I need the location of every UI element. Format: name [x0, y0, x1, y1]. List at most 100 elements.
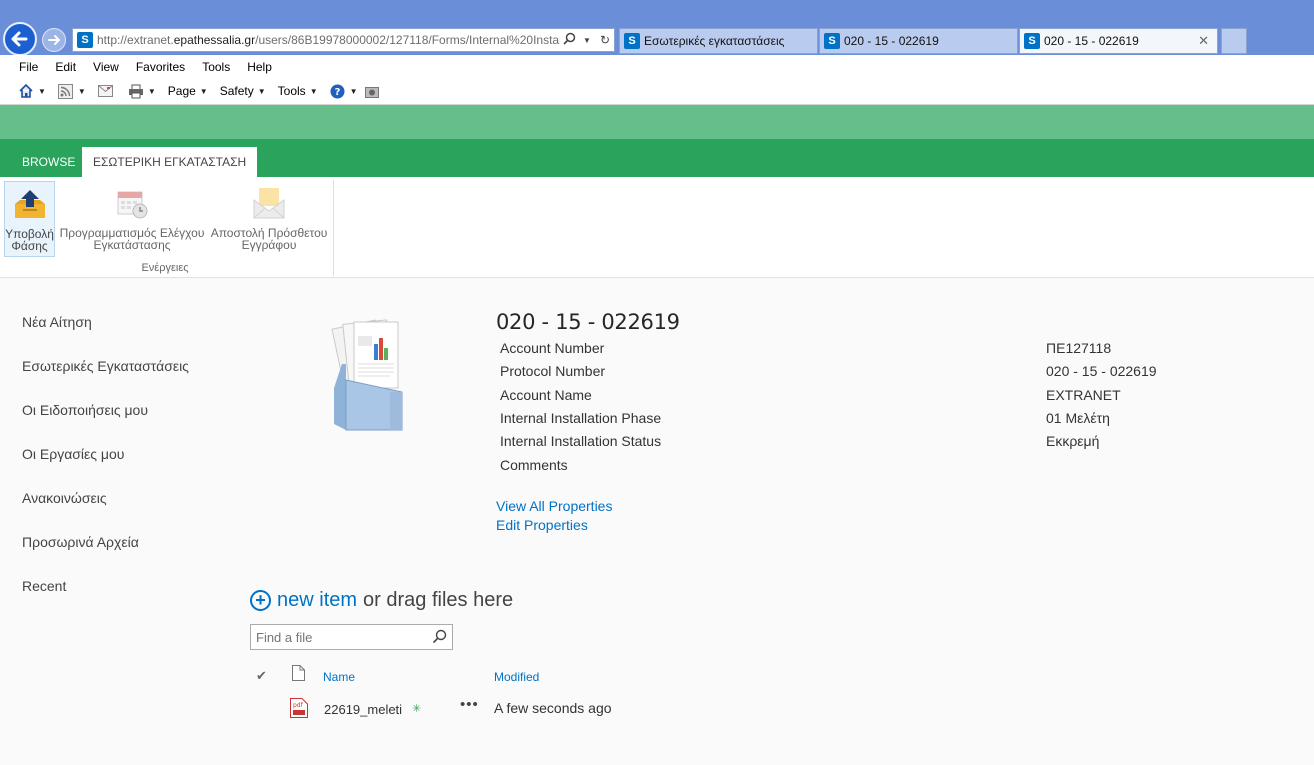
- nav-recent[interactable]: Recent: [22, 578, 189, 622]
- find-file-input[interactable]: [256, 629, 426, 645]
- research-icon[interactable]: [364, 83, 380, 99]
- calendar-clock-icon: [114, 185, 150, 221]
- forward-arrow-icon: [48, 35, 60, 45]
- tab-internal-installation[interactable]: ΕΣΩΤΕΡΙΚΗ ΕΓΚΑΤΑΣΤΑΣΗ: [82, 147, 258, 177]
- find-file-box: [250, 624, 453, 650]
- document-type-icon: [292, 665, 305, 684]
- refresh-icon[interactable]: ↻: [596, 33, 614, 47]
- submit-phase-button[interactable]: Υποβολή Φάσης: [4, 181, 55, 257]
- send-document-label-2: Εγγράφου: [241, 238, 297, 252]
- file-name-link[interactable]: 22619_meleti: [324, 702, 402, 717]
- address-bar[interactable]: S http://extranet.epathessalia.gr/users/…: [72, 28, 615, 52]
- prop-label-account-name: Account Name: [500, 387, 592, 403]
- edit-properties-link[interactable]: Edit Properties: [496, 517, 588, 533]
- table-row[interactable]: pdf 22619_meleti ✳ ••• A few seconds ago: [250, 696, 650, 722]
- ribbon-tab-strip: BROWSE ΕΣΩΤΕΡΙΚΗ ΕΓΚΑΤΑΣΤΑΣΗ: [0, 139, 1314, 177]
- sharepoint-icon: S: [624, 33, 640, 49]
- menu-edit[interactable]: Edit: [55, 60, 76, 74]
- schedule-inspection-label-2: Εγκατάστασης: [93, 238, 171, 252]
- tab-installations[interactable]: S Εσωτερικές εγκαταστάσεις: [619, 28, 818, 54]
- send-additional-document-button[interactable]: Αποστολή Πρόσθετου Εγγράφου: [208, 181, 330, 257]
- plus-circle-icon[interactable]: +: [250, 590, 271, 611]
- print-dropdown-icon[interactable]: ▼: [148, 87, 156, 96]
- prop-value-installation-status: Εκκρεμή: [1046, 433, 1100, 449]
- mail-icon[interactable]: [98, 83, 114, 99]
- main-content: Νέα Αίτηση Εσωτερικές Εγκαταστάσεις Οι Ε…: [0, 278, 1314, 765]
- sharepoint-icon: S: [824, 33, 840, 49]
- prop-label-installation-status: Internal Installation Status: [500, 433, 662, 449]
- safety-dropdown-icon[interactable]: ▼: [258, 87, 266, 96]
- nav-internal-installations[interactable]: Εσωτερικές Εγκαταστάσεις: [22, 358, 189, 402]
- file-modified: A few seconds ago: [494, 700, 612, 716]
- page-menu[interactable]: Page: [168, 84, 196, 98]
- svg-text:?: ?: [335, 87, 341, 98]
- safety-menu[interactable]: Safety: [220, 84, 254, 98]
- nav-my-tasks[interactable]: Οι Εργασίες μου: [22, 446, 189, 490]
- prop-value-protocol-number: 020 - 15 - 022619: [1046, 363, 1157, 379]
- feed-dropdown-icon[interactable]: ▼: [78, 87, 86, 96]
- drag-files-text: or drag files here: [363, 589, 514, 611]
- tab-browse[interactable]: BROWSE: [11, 147, 86, 177]
- envelope-document-icon: [251, 185, 287, 221]
- help-dropdown-icon[interactable]: ▼: [350, 87, 358, 96]
- home-dropdown-icon[interactable]: ▼: [38, 87, 46, 96]
- forward-button[interactable]: [42, 28, 66, 52]
- ribbon: Υποβολή Φάσης Προγραμματισμός Ελέγχου Εγ…: [0, 177, 1314, 278]
- prop-value-installation-phase: 01 Μελέτη: [1046, 410, 1110, 426]
- list-header: ✔ Name Modified: [250, 665, 650, 688]
- url-text[interactable]: http://extranet.epathessalia.gr/users/86…: [97, 33, 560, 47]
- document-set-icon: [330, 318, 406, 434]
- page-title: 020 - 15 - 022619: [496, 310, 680, 334]
- home-icon[interactable]: [18, 83, 34, 99]
- menu-favorites[interactable]: Favorites: [136, 60, 185, 74]
- tools-dropdown-icon[interactable]: ▼: [310, 87, 318, 96]
- pdf-icon: pdf: [290, 698, 308, 721]
- back-button[interactable]: [3, 22, 37, 56]
- menu-tools[interactable]: Tools: [202, 60, 230, 74]
- search-icon[interactable]: [432, 629, 447, 647]
- prop-value-account-number: ΠΕ127118: [1046, 340, 1112, 356]
- svg-text:pdf: pdf: [293, 702, 304, 709]
- nav-my-notifications[interactable]: Οι Ειδοποιήσεις μου: [22, 402, 189, 446]
- menu-file[interactable]: File: [19, 60, 38, 74]
- new-item-bar: + new item or drag files here: [250, 589, 513, 612]
- sharepoint-icon: S: [77, 32, 93, 48]
- rss-feed-icon[interactable]: [58, 83, 74, 99]
- close-tab-icon[interactable]: ✕: [1198, 33, 1209, 49]
- tab-item[interactable]: S 020 - 15 - 022619: [819, 28, 1018, 54]
- new-tab-button[interactable]: [1221, 28, 1247, 54]
- menu-help[interactable]: Help: [247, 60, 272, 74]
- browser-title-bar: S http://extranet.epathessalia.gr/users/…: [0, 0, 1314, 56]
- column-header-name[interactable]: Name: [323, 670, 355, 684]
- new-item-link[interactable]: new item: [277, 589, 357, 612]
- back-arrow-icon: [11, 31, 28, 47]
- new-item-star-icon: ✳: [412, 703, 422, 715]
- submit-phase-label-2: Φάσης: [11, 239, 48, 253]
- quick-launch: Νέα Αίτηση Εσωτερικές Εγκαταστάσεις Οι Ε…: [22, 314, 189, 622]
- tools-menu[interactable]: Tools: [278, 84, 306, 98]
- help-icon[interactable]: ?: [330, 83, 346, 99]
- nav-announcements[interactable]: Ανακοινώσεις: [22, 490, 189, 534]
- nav-temporary-files[interactable]: Προσωρινά Αρχεία: [22, 534, 189, 578]
- tab-label: 020 - 15 - 022619: [1044, 34, 1139, 48]
- ribbon-divider: [333, 180, 334, 276]
- prop-label-comments: Comments: [500, 457, 568, 473]
- nav-new-application[interactable]: Νέα Αίτηση: [22, 314, 189, 358]
- ribbon-group-label: Ενέργειες: [141, 262, 189, 274]
- prop-value-account-name: EXTRANET: [1046, 387, 1121, 403]
- tab-label: Εσωτερικές εγκαταστάσεις: [644, 34, 785, 48]
- menu-bar: File Edit View Favorites Tools Help: [0, 55, 1314, 78]
- prop-label-installation-phase: Internal Installation Phase: [500, 410, 662, 426]
- search-icon[interactable]: [560, 32, 578, 48]
- schedule-inspection-button[interactable]: Προγραμματισμός Ελέγχου Εγκατάστασης: [58, 181, 206, 257]
- tab-item-active[interactable]: S 020 - 15 - 022619 ✕: [1019, 28, 1218, 54]
- menu-view[interactable]: View: [93, 60, 119, 74]
- select-all-checkmark-icon[interactable]: ✔: [256, 668, 267, 684]
- view-all-properties-link[interactable]: View All Properties: [496, 498, 612, 514]
- suite-bar: [0, 105, 1314, 139]
- page-dropdown-icon[interactable]: ▼: [200, 87, 208, 96]
- print-icon[interactable]: [128, 83, 144, 99]
- dropdown-arrow-icon[interactable]: ▼: [578, 36, 596, 45]
- more-options-ellipsis[interactable]: •••: [460, 696, 479, 713]
- column-header-modified[interactable]: Modified: [494, 670, 539, 684]
